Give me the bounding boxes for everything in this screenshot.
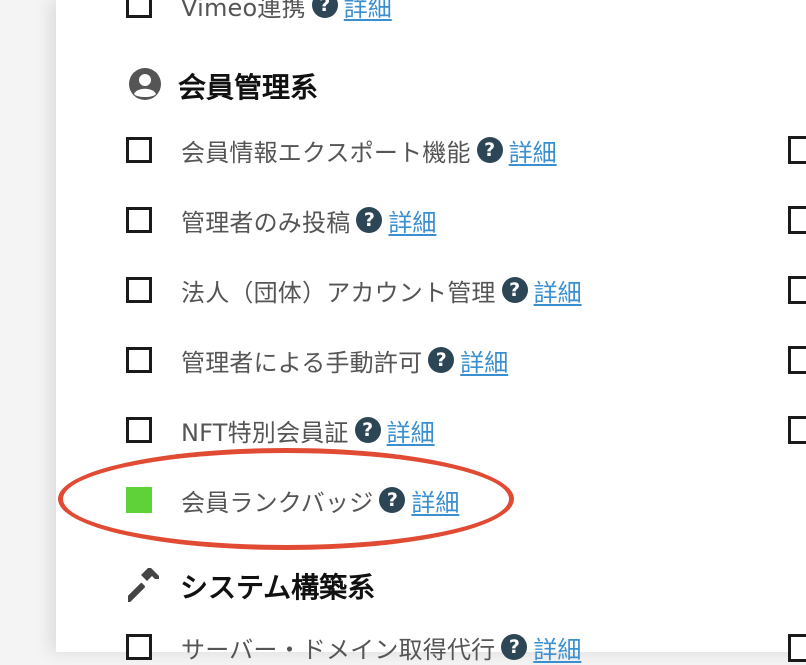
- option-label: 管理者のみ投稿: [181, 208, 351, 237]
- option-row[interactable]: NFT特別会員証 ? 詳細: [126, 413, 435, 447]
- section-title: 会員管理系: [178, 71, 319, 104]
- highlight-ellipse: [58, 448, 514, 550]
- option-label: サーバー・ドメイン取得代行: [181, 635, 496, 664]
- option-label: NFT特別会員証: [181, 418, 349, 447]
- option-label: 法人（団体）アカウント管理: [181, 278, 496, 307]
- checkbox[interactable]: [126, 417, 152, 443]
- section-header-system: システム構築系: [125, 566, 376, 606]
- detail-link[interactable]: 詳細: [460, 343, 508, 378]
- detail-link[interactable]: 詳細: [387, 413, 435, 448]
- checkbox-right-column[interactable]: [788, 634, 806, 662]
- option-row[interactable]: 法人（団体）アカウント管理 ? 詳細: [126, 273, 582, 307]
- section-header-member: 会員管理系: [128, 66, 318, 106]
- help-icon[interactable]: ?: [354, 417, 381, 443]
- detail-link[interactable]: 詳細: [533, 630, 581, 665]
- help-icon[interactable]: ?: [501, 634, 528, 660]
- option-row[interactable]: 会員情報エクスポート機能 ? 詳細: [126, 133, 557, 167]
- option-row[interactable]: 管理者による手動許可 ? 詳細: [126, 343, 508, 377]
- user-circle-icon: [128, 67, 162, 105]
- option-label: Vimeo連携: [181, 0, 306, 22]
- checkbox-right-column[interactable]: [788, 276, 806, 304]
- section-title: システム構築系: [180, 571, 376, 604]
- checkbox-right-column[interactable]: [788, 206, 806, 234]
- detail-link[interactable]: 詳細: [344, 0, 392, 23]
- help-icon[interactable]: ?: [428, 347, 455, 373]
- checkbox[interactable]: [126, 207, 152, 233]
- help-icon[interactable]: ?: [476, 137, 503, 163]
- option-label: 管理者による手動許可: [181, 348, 423, 377]
- checkbox[interactable]: [126, 634, 152, 660]
- help-icon[interactable]: ?: [356, 207, 383, 233]
- option-row[interactable]: 管理者のみ投稿 ? 詳細: [126, 203, 436, 237]
- checkbox[interactable]: [126, 137, 152, 163]
- checkbox[interactable]: [126, 277, 152, 303]
- checkbox[interactable]: [126, 347, 152, 373]
- checkbox-right-column[interactable]: [788, 346, 806, 374]
- detail-link[interactable]: 詳細: [509, 133, 557, 168]
- checkbox-right-column[interactable]: [788, 416, 806, 444]
- option-row[interactable]: サーバー・ドメイン取得代行 ? 詳細: [126, 630, 581, 664]
- option-row-vimeo[interactable]: Vimeo連携 ? 詳細: [126, 0, 392, 22]
- hammer-icon: [125, 566, 164, 606]
- help-icon[interactable]: ?: [501, 277, 528, 303]
- detail-link[interactable]: 詳細: [388, 203, 436, 238]
- option-label: 会員情報エクスポート機能: [181, 138, 471, 167]
- checkbox-right-column[interactable]: [788, 136, 806, 164]
- checkbox[interactable]: [126, 0, 152, 18]
- help-icon[interactable]: ?: [311, 0, 338, 18]
- detail-link[interactable]: 詳細: [534, 273, 582, 308]
